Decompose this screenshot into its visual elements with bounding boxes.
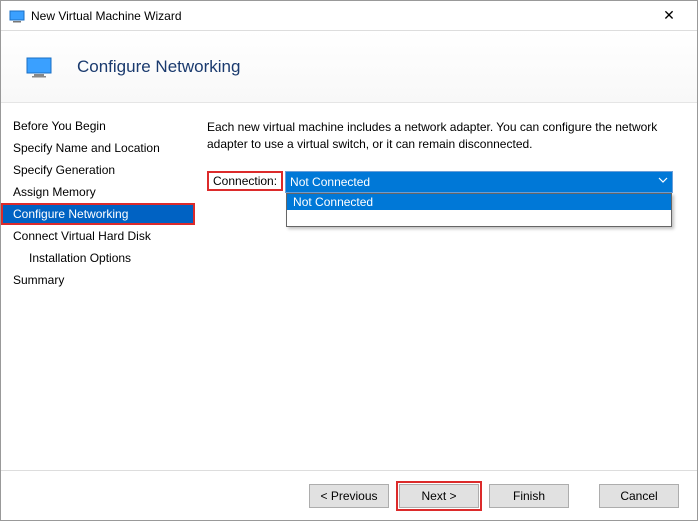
sidebar-item-specify-generation[interactable]: Specify Generation (1, 159, 195, 181)
chevron-down-icon (658, 174, 668, 188)
sidebar-item-before-you-begin[interactable]: Before You Begin (1, 115, 195, 137)
footer: < Previous Next > Finish Cancel (1, 470, 697, 520)
sidebar: Before You Begin Specify Name and Locati… (1, 103, 195, 470)
description-text: Each new virtual machine includes a netw… (207, 119, 673, 153)
previous-button[interactable]: < Previous (309, 484, 389, 508)
wizard-header: Configure Networking (1, 31, 697, 103)
cancel-button[interactable]: Cancel (599, 484, 679, 508)
sidebar-item-configure-networking[interactable]: Configure Networking (1, 203, 195, 225)
titlebar: New Virtual Machine Wizard ✕ (1, 1, 697, 31)
option-default-switch[interactable]: Default Switch (287, 210, 671, 226)
connection-combobox[interactable]: Not Connected Not Connected Default Swit… (285, 171, 673, 193)
combo-selected-value: Not Connected (290, 175, 370, 189)
monitor-icon (25, 53, 53, 81)
finish-button[interactable]: Finish (489, 484, 569, 508)
sidebar-item-connect-vhd[interactable]: Connect Virtual Hard Disk (1, 225, 195, 247)
body: Before You Begin Specify Name and Locati… (1, 103, 697, 470)
connection-label: Connection: (207, 171, 283, 191)
sidebar-item-assign-memory[interactable]: Assign Memory (1, 181, 195, 203)
option-not-connected[interactable]: Not Connected (287, 194, 671, 210)
app-icon (9, 8, 25, 24)
sidebar-item-summary[interactable]: Summary (1, 269, 195, 291)
connection-dropdown: Not Connected Default Switch (286, 193, 672, 227)
page-title: Configure Networking (77, 57, 240, 77)
close-button[interactable]: ✕ (649, 1, 689, 31)
connection-row: Connection: Not Connected Not Connected … (207, 171, 673, 193)
sidebar-item-installation-options[interactable]: Installation Options (1, 247, 195, 269)
main-panel: Each new virtual machine includes a netw… (195, 103, 697, 470)
window-title: New Virtual Machine Wizard (31, 9, 649, 23)
sidebar-item-specify-name[interactable]: Specify Name and Location (1, 137, 195, 159)
next-button[interactable]: Next > (399, 484, 479, 508)
